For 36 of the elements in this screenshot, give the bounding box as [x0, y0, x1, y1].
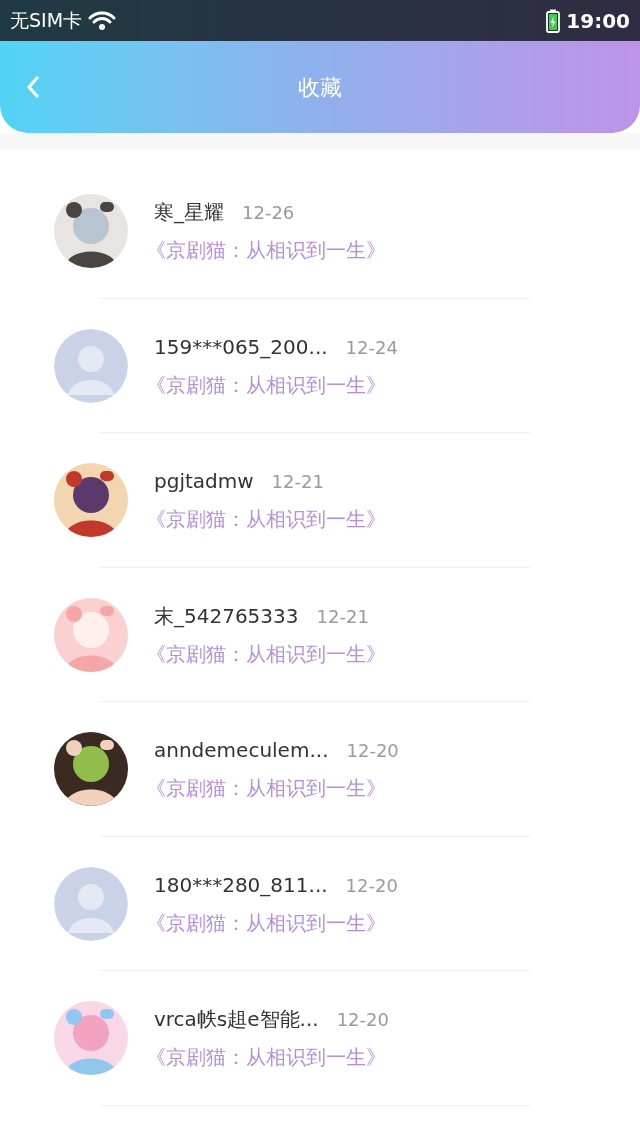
work-title: 《京剧猫：从相识到一生》 — [146, 775, 387, 803]
user-name: pgjtadmw — [154, 468, 254, 496]
date-text: 12-24 — [345, 335, 398, 360]
favorite-list-item[interactable]: 末_542765333 12-21 《京剧猫：从相识到一生》 — [0, 567, 640, 702]
battery-charging-icon — [546, 8, 561, 33]
date-text: 12-20 — [345, 873, 398, 898]
carrier-text: 无SIM卡 — [10, 8, 83, 34]
page-title: 收藏 — [298, 73, 342, 102]
date-text: 12-20 — [336, 1008, 389, 1033]
date-text: 12-21 — [316, 604, 369, 629]
date-text: 12-21 — [271, 470, 324, 495]
user-name: 180***280_811... — [154, 871, 328, 899]
date-text: 12-26 — [242, 201, 295, 226]
user-name: anndemeculem... — [154, 737, 329, 765]
user-name: vrca帙s趄e智能... — [154, 1006, 319, 1034]
work-title: 《京剧猫：从相识到一生》 — [146, 909, 387, 937]
favorite-list-item[interactable]: 159***065_200... 12-24 《京剧猫：从相识到一生》 — [0, 298, 640, 433]
favorite-list-item[interactable]: 180***280_811... 12-20 《京剧猫：从相识到一生》 — [0, 836, 640, 971]
avatar-silhouette-icon — [54, 866, 128, 941]
avatar-silhouette-icon — [54, 328, 128, 403]
user-name: 159***065_200... — [154, 333, 328, 361]
work-title: 《京剧猫：从相识到一生》 — [146, 506, 386, 534]
favorite-list-item[interactable]: pgjtadmw 12-21 《京剧猫：从相识到一生》 — [0, 433, 640, 568]
work-title: 《京剧猫：从相识到一生》 — [146, 371, 387, 399]
user-name: 末_542765333 — [154, 602, 299, 630]
wifi-icon — [88, 9, 117, 32]
clock-text: 19:00 — [566, 7, 630, 35]
work-title: 《京剧猫：从相识到一生》 — [146, 1044, 387, 1072]
favorite-list-item[interactable]: 寒_星耀 12-26 《京剧猫：从相识到一生》 — [0, 164, 640, 299]
work-title: 《京剧猫：从相识到一生》 — [146, 237, 386, 265]
work-title: 《京剧猫：从相识到一生》 — [146, 640, 386, 668]
date-text: 12-20 — [346, 739, 399, 764]
favorite-list-item[interactable]: vrca帙s趄e智能... 12-20 《京剧猫：从相识到一生》 — [0, 971, 640, 1106]
user-name: 寒_星耀 — [154, 199, 224, 227]
favorite-list-item[interactable]: anndemeculem... 12-20 《京剧猫：从相识到一生》 — [0, 702, 640, 837]
back-icon — [26, 76, 40, 98]
